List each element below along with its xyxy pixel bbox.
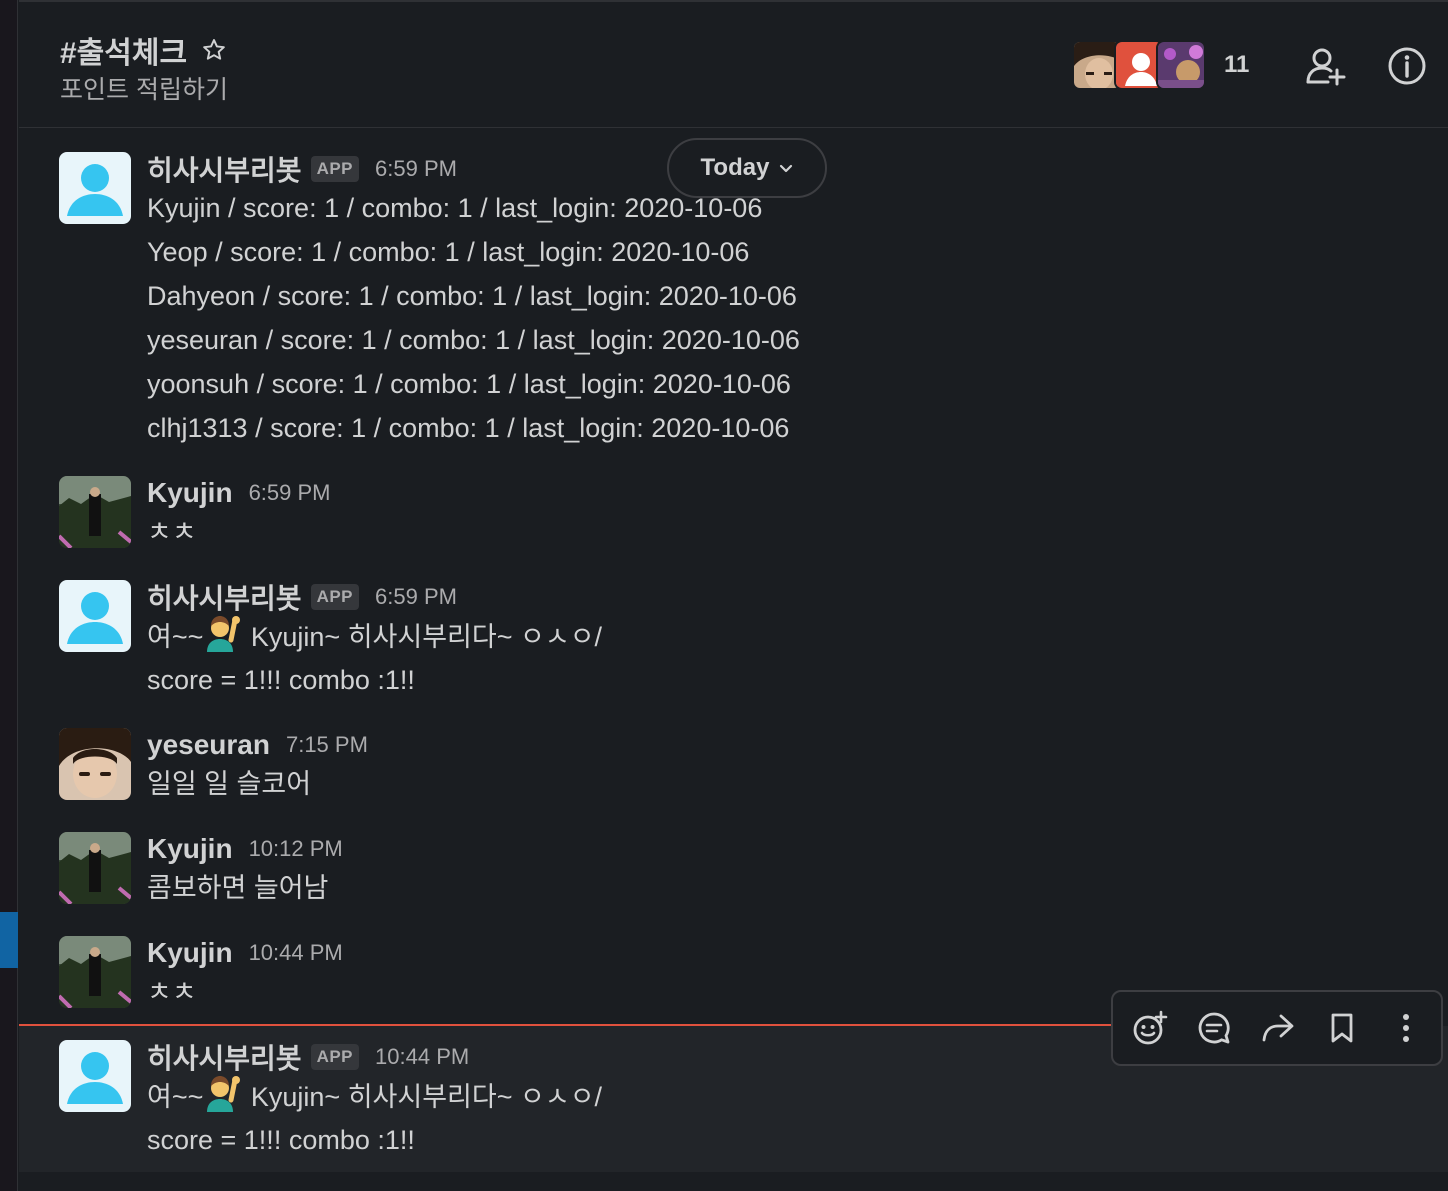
message-author[interactable]: 히사시부리봇 xyxy=(147,1037,302,1077)
chevron-down-icon xyxy=(780,164,793,173)
member-count[interactable]: 11 xyxy=(1224,51,1249,79)
message-text-line: ㅊㅊ xyxy=(147,977,197,1007)
share-message-button[interactable] xyxy=(1255,1005,1301,1051)
add-people-icon[interactable] xyxy=(1304,44,1348,88)
share-arrow-icon xyxy=(1262,1014,1294,1042)
message-timestamp[interactable]: 10:44 PM xyxy=(375,1044,469,1070)
avatar[interactable] xyxy=(59,936,131,1008)
reply-in-thread-button[interactable] xyxy=(1191,1005,1237,1051)
greeting-text: 여~~ xyxy=(147,1082,204,1112)
more-actions-button[interactable] xyxy=(1383,1005,1429,1051)
date-divider-button[interactable]: Today xyxy=(667,138,827,198)
member-avatar xyxy=(1156,40,1206,90)
message-text-line: score = 1!!! combo :1!! xyxy=(147,665,415,695)
avatar[interactable] xyxy=(59,1040,131,1112)
message-text-line: yeseuran / score: 1 / combo: 1 / last_lo… xyxy=(147,325,800,355)
message-text-line: Yeop / score: 1 / combo: 1 / last_login:… xyxy=(147,237,750,267)
raising-hand-emoji-icon xyxy=(207,616,241,652)
message-actions-toolbar xyxy=(1111,990,1443,1066)
channel-title[interactable]: #출석체크 xyxy=(60,28,227,72)
channel-name[interactable]: #출석체크 xyxy=(60,28,187,72)
message-text-line: score = 1!!! combo :1!! xyxy=(147,1125,415,1155)
star-icon[interactable] xyxy=(201,37,227,63)
member-list-button[interactable]: 11 xyxy=(1072,40,1249,90)
message-author[interactable]: 히사시부리봇 xyxy=(147,577,302,617)
avatar[interactable] xyxy=(59,152,131,224)
app-badge: APP xyxy=(310,1044,360,1070)
greeting-text: 여~~ xyxy=(147,622,204,652)
message-author[interactable]: yeseuran xyxy=(147,729,270,761)
avatar[interactable] xyxy=(59,832,131,904)
message-author[interactable]: Kyujin xyxy=(147,833,233,865)
save-message-button[interactable] xyxy=(1319,1005,1365,1051)
sidebar-selected-indicator xyxy=(0,912,18,968)
message-timestamp[interactable]: 10:44 PM xyxy=(249,940,343,966)
message-text-line: 여~~ Kyujin~ 히사시부리다~ ㅇㅅㅇ/ xyxy=(147,614,602,658)
thread-icon xyxy=(1198,1012,1230,1044)
new-messages-divider xyxy=(19,1024,1114,1026)
message-author[interactable]: Kyujin xyxy=(147,477,233,509)
message-author[interactable]: 히사시부리봇 xyxy=(147,149,302,189)
message-text-line: 콤보하면 늘어남 xyxy=(147,873,329,903)
message-timestamp[interactable]: 6:59 PM xyxy=(375,584,457,610)
message-timestamp[interactable]: 6:59 PM xyxy=(375,156,457,182)
message-text-line: clhj1313 / score: 1 / combo: 1 / last_lo… xyxy=(147,413,790,443)
workspace-sidebar-edge xyxy=(0,0,18,1191)
channel-details-icon[interactable] xyxy=(1385,44,1429,88)
bookmark-icon xyxy=(1331,1013,1353,1043)
channel-header: #출석체크 포인트 적립하기 11 xyxy=(19,0,1448,128)
date-divider-label: Today xyxy=(700,154,770,181)
message-text-line: Dahyeon / score: 1 / combo: 1 / last_log… xyxy=(147,281,797,311)
avatar[interactable] xyxy=(59,728,131,800)
greeting-text: Kyujin~ 히사시부리다~ ㅇㅅㅇ/ xyxy=(243,1082,603,1112)
greeting-text: Kyujin~ 히사시부리다~ ㅇㅅㅇ/ xyxy=(243,622,603,652)
message-author[interactable]: Kyujin xyxy=(147,937,233,969)
more-vertical-icon xyxy=(1403,1014,1409,1042)
add-reaction-button[interactable] xyxy=(1127,1005,1173,1051)
message-text-line: 여~~ Kyujin~ 히사시부리다~ ㅇㅅㅇ/ xyxy=(147,1074,602,1118)
message-text-line: 일일 일 슬코어 xyxy=(147,769,312,799)
app-badge: APP xyxy=(310,584,360,610)
app-badge: APP xyxy=(310,156,360,182)
raising-hand-emoji-icon xyxy=(207,1076,241,1112)
message-timestamp[interactable]: 6:59 PM xyxy=(249,480,331,506)
message-text-line: yoonsuh / score: 1 / combo: 1 / last_log… xyxy=(147,369,791,399)
avatar[interactable] xyxy=(59,476,131,548)
avatar[interactable] xyxy=(59,580,131,652)
message-text-line: ㅊㅊ xyxy=(147,517,197,547)
message-timestamp[interactable]: 10:12 PM xyxy=(249,836,343,862)
add-reaction-icon xyxy=(1133,1010,1168,1045)
message-timestamp[interactable]: 7:15 PM xyxy=(286,732,368,758)
channel-topic[interactable]: 포인트 적립하기 xyxy=(60,70,228,106)
